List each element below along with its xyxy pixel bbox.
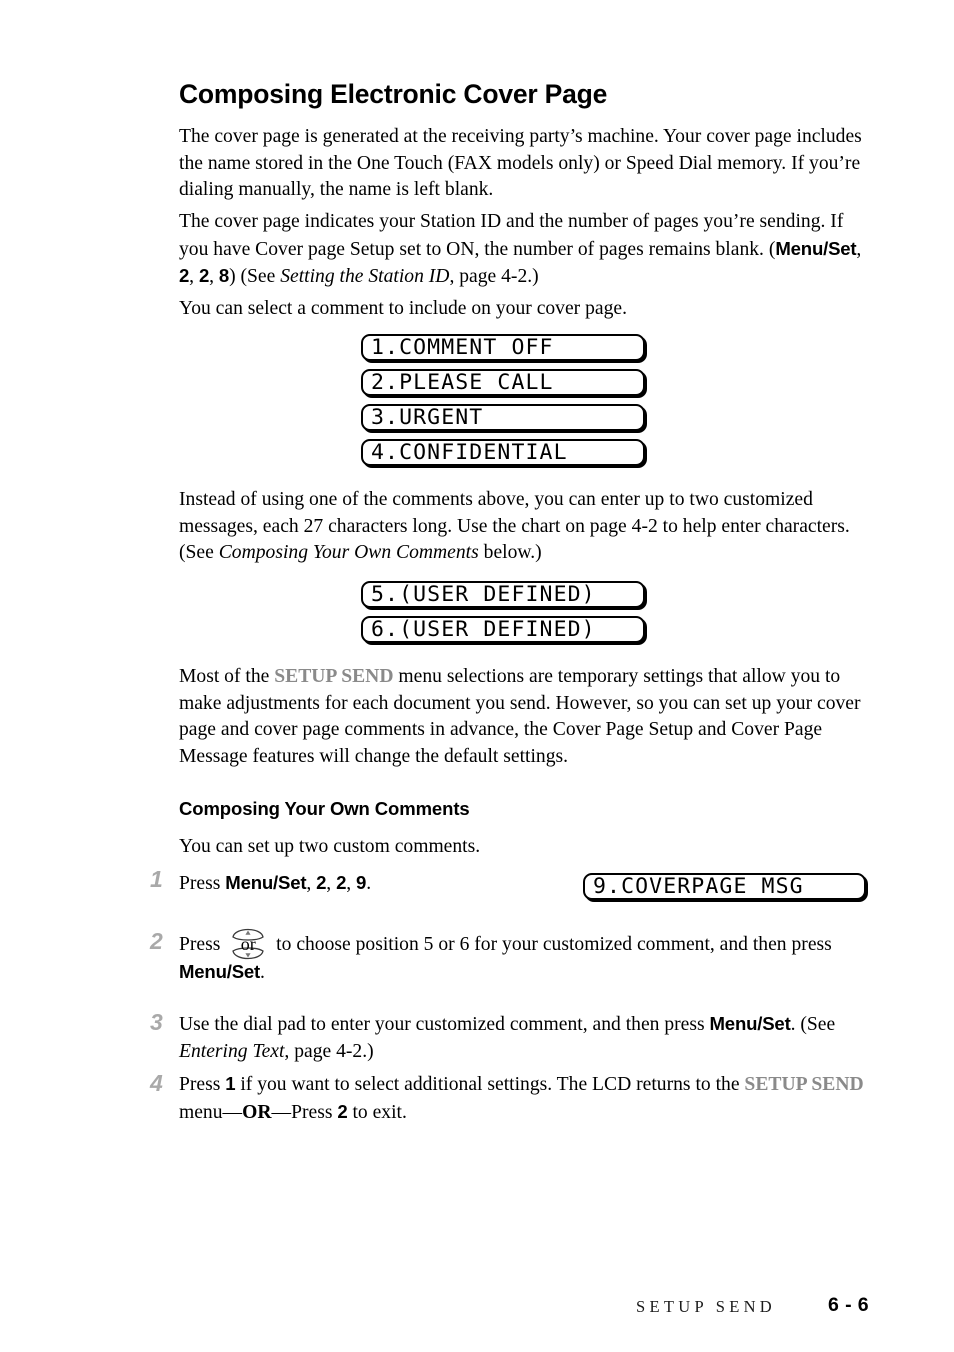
p5-part-a: Most of the [179, 666, 275, 687]
paragraph-setup-send-info: Most of the SETUP SEND menu selections a… [179, 664, 877, 770]
step4-key-digit-1: 1 [225, 1073, 236, 1094]
step-4-text: Press 1 if you want to select additional… [179, 1071, 879, 1126]
cross-reference-station-id: Setting the Station ID [280, 266, 450, 287]
step4-part-c: menu— [179, 1101, 243, 1123]
key-digit-2a: 2 [179, 265, 190, 286]
p2-comma-3: , [209, 266, 219, 287]
step-3-text: Use the dial pad to enter your customize… [179, 1011, 879, 1065]
key-digit-2b: 2 [198, 265, 210, 286]
step-number-2: 2 [150, 928, 163, 954]
cross-reference-entering-text: Entering Text [179, 1040, 285, 1062]
page-title: Composing Electronic Cover Page [179, 79, 608, 109]
footer-page-number: 6 - 6 [828, 1294, 870, 1316]
step4-key-digit-2: 2 [337, 1100, 348, 1122]
lcd-screen-urgent: 3.URGENT [361, 404, 645, 431]
p2-part-a: The cover page indicates your Station ID… [179, 211, 844, 260]
step4-part-d: —Press [271, 1101, 338, 1123]
step3-part-c: , page 4-2.) [284, 1040, 374, 1062]
step1-key-digit-2a: 2 [316, 872, 327, 893]
p4-part-b: below.) [478, 542, 542, 563]
p2-part-b: ) (See [229, 266, 281, 287]
lcd-screen-please-call: 2.PLEASE CALL [361, 369, 645, 396]
step4-part-e: to exit. [347, 1101, 407, 1123]
step1-key-digit-9: 9 [356, 872, 367, 893]
step1-comma-1: , [306, 873, 317, 894]
step4-or-separator: OR [242, 1101, 272, 1123]
step2-part-a: Press [179, 934, 226, 955]
lcd-screen-user-defined-5: 5.(USER DEFINED) [361, 581, 645, 608]
document-page: Composing Electronic Cover Page The cove… [0, 0, 954, 1352]
step4-setup-send-label: SETUP SEND [744, 1074, 864, 1095]
menuset-keyword: Menu/Set [775, 237, 857, 259]
cross-reference-composing-comments: Composing Your Own Comments [218, 542, 479, 563]
key-digit-8: 8 [218, 265, 230, 286]
step1-period: . [366, 873, 372, 894]
paragraph-intro-text: The cover page is generated at the recei… [179, 126, 862, 200]
step-1-text: Press Menu/Set, 2, 2, 9. [179, 870, 559, 898]
lcd-screen-user-defined-6: 6.(USER DEFINED) [361, 616, 645, 643]
step-number-3: 3 [150, 1009, 163, 1035]
step2-part-b: to choose position 5 or 6 for your custo… [271, 934, 832, 955]
lcd-screen-confidential: 4.CONFIDENTIAL [361, 439, 645, 466]
step3-part-a: Use the dial pad to enter your customize… [179, 1014, 710, 1035]
footer-chapter-label: SETUP SEND [636, 1297, 777, 1316]
p2-comma-1: , [856, 238, 862, 260]
paragraph-two-comments-text: You can set up two custom comments. [179, 836, 481, 857]
up-down-arrow-key-icon: or [227, 928, 269, 960]
paragraph-intro: The cover page is generated at the recei… [179, 124, 877, 204]
p2-comma-2: , [189, 266, 199, 287]
p2-part-c: , page 4-2.) [449, 266, 539, 287]
paragraph-station-id: The cover page indicates your Station ID… [179, 209, 877, 291]
lcd-screen-coverpage-msg: 9.COVERPAGE MSG [583, 873, 866, 900]
step-number-4: 4 [150, 1070, 163, 1096]
step1-part-a: Press [179, 873, 226, 894]
paragraph-select-comment-text: You can select a comment to include on y… [179, 298, 627, 319]
step3-part-b: . (See [790, 1014, 836, 1035]
step3-menuset-keyword: Menu/Set [709, 1013, 791, 1034]
or-label-in-icon: or [240, 933, 256, 954]
step1-key-digit-2b: 2 [336, 872, 347, 893]
lcd-screen-comment-off: 1.COMMENT OFF [361, 334, 645, 361]
step1-comma-2: , [326, 873, 337, 894]
setup-send-label: SETUP SEND [274, 666, 394, 687]
paragraph-select-comment: You can select a comment to include on y… [179, 296, 877, 323]
step-2-text: Press or to choose position 5 or 6 for y… [179, 928, 879, 986]
step-number-1: 1 [150, 866, 163, 892]
step1-comma-3: , [346, 873, 357, 894]
paragraph-two-comments: You can set up two custom comments. [179, 834, 877, 861]
step1-menuset-keyword: Menu/Set [225, 872, 307, 893]
step4-part-b: if you want to select additional setting… [235, 1074, 745, 1095]
paragraph-custom-messages: Instead of using one of the comments abo… [179, 487, 877, 567]
step4-part-a: Press [179, 1074, 226, 1095]
section-subtitle: Composing Your Own Comments [179, 798, 470, 819]
